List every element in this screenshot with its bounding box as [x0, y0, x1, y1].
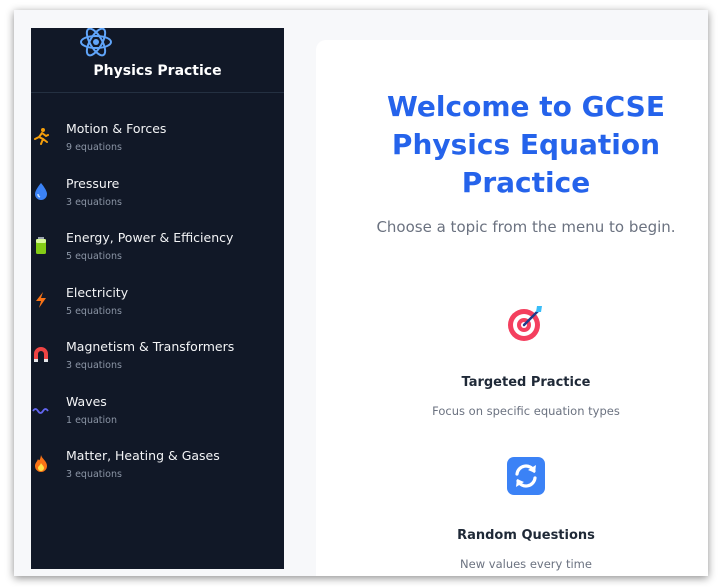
sidebar-item-waves[interactable]: Waves 1 equation	[31, 393, 284, 445]
atom-icon	[80, 28, 112, 57]
topic-label: Electricity	[66, 285, 129, 300]
topic-label: Magnetism & Transformers	[66, 339, 235, 354]
sidebar-item-pressure[interactable]: Pressure 3 equations	[31, 175, 284, 227]
app-window: Physics Practice Motion & Forces 9 equat…	[14, 10, 708, 576]
title-line: Practice	[461, 166, 591, 199]
feature-description: Focus on specific equation types	[432, 404, 620, 418]
topic-count: 9 equations	[66, 142, 122, 153]
topic-count: 1 equation	[66, 415, 117, 426]
sidebar-item-electricity[interactable]: Electricity 5 equations	[31, 284, 284, 336]
topic-label: Waves	[66, 394, 107, 409]
topic-count: 5 equations	[66, 306, 122, 317]
sidebar-item-energy-power[interactable]: Energy, Power & Efficiency 5 equations	[31, 229, 284, 281]
sidebar-item-motion-forces[interactable]: Motion & Forces 9 equations	[31, 120, 284, 172]
lightning-icon	[36, 292, 46, 308]
sidebar: Physics Practice Motion & Forces 9 equat…	[31, 28, 284, 569]
title-line: Physics Equation	[391, 128, 661, 161]
wave-icon	[32, 408, 49, 414]
topic-count: 5 equations	[66, 251, 122, 262]
page-title: Welcome to GCSE Physics Equation Practic…	[316, 88, 708, 202]
sidebar-item-matter-heating[interactable]: Matter, Heating & Gases 3 equations	[31, 447, 284, 499]
topic-count: 3 equations	[66, 360, 122, 371]
fire-icon	[35, 455, 47, 472]
water-drop-icon	[35, 183, 47, 200]
running-person-icon	[34, 128, 49, 145]
feature-title: Random Questions	[457, 528, 595, 543]
topic-label: Matter, Heating & Gases	[66, 448, 220, 463]
battery-icon	[36, 237, 46, 254]
main-content: Welcome to GCSE Physics Equation Practic…	[316, 40, 708, 576]
topic-label: Motion & Forces	[66, 121, 167, 136]
topic-count: 3 equations	[66, 469, 122, 480]
magnet-icon	[34, 347, 48, 362]
sidebar-item-magnetism[interactable]: Magnetism & Transformers 3 equations	[31, 338, 284, 390]
feature-title: Targeted Practice	[461, 375, 591, 390]
sidebar-brand: Physics Practice	[31, 28, 284, 93]
topic-label: Energy, Power & Efficiency	[66, 230, 234, 245]
feature-description: New values every time	[460, 557, 592, 571]
topic-label: Pressure	[66, 176, 120, 191]
refresh-icon	[507, 457, 545, 495]
sidebar-title: Physics Practice	[93, 63, 222, 79]
page-subtitle: Choose a topic from the menu to begin.	[376, 218, 676, 236]
topic-count: 3 equations	[66, 197, 122, 208]
title-line: Welcome to GCSE	[387, 90, 665, 123]
target-icon	[508, 306, 542, 341]
